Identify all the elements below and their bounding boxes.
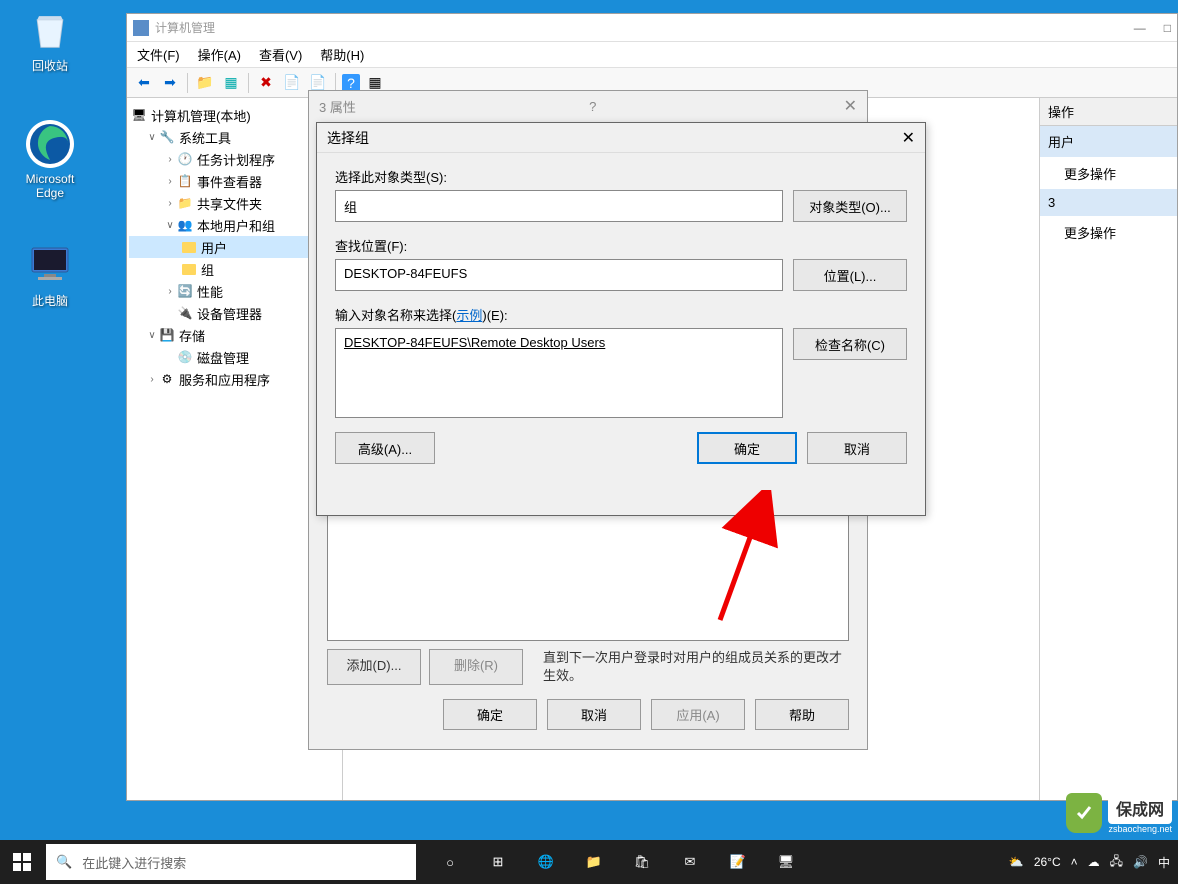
example-link[interactable]: 示例 <box>456 308 482 323</box>
desktop-icon-edge[interactable]: Microsoft Edge <box>10 120 90 200</box>
watermark-text: 保成网 <box>1108 792 1172 824</box>
close-icon[interactable]: ✕ <box>844 96 857 116</box>
watermark: 保成网 zsbaocheng.net <box>1066 792 1172 834</box>
notepad-taskbar-icon[interactable]: 📝 <box>714 840 762 884</box>
app-icon <box>133 20 149 36</box>
add-button[interactable]: 添加(D)... <box>327 649 421 685</box>
minimize-button[interactable]: — <box>1134 21 1146 35</box>
menu-view[interactable]: 查看(V) <box>259 45 302 64</box>
window-title: 计算机管理 <box>155 19 215 36</box>
cancel-button[interactable]: 取消 <box>547 699 641 730</box>
taskbar: 🔍 在此键入进行搜索 ○ ⊞ 🌐 📁 🛍 ✉ 📝 🖥 ⛅ 26°C ˄ ☁ 🖧 … <box>0 840 1178 884</box>
hint-text: 直到下一次用户登录时对用户的组成员关系的更改才生效。 <box>543 649 849 685</box>
tray-chevron-icon[interactable]: ˄ <box>1071 855 1078 869</box>
actions-more2[interactable]: 更多操作 <box>1040 217 1177 248</box>
task-view-icon[interactable]: ⊞ <box>474 840 522 884</box>
close-icon[interactable]: ✕ <box>902 128 915 148</box>
actions-more1[interactable]: 更多操作 <box>1040 158 1177 189</box>
object-types-button[interactable]: 对象类型(O)... <box>793 190 907 222</box>
weather-temp: 26°C <box>1034 855 1061 869</box>
help-button[interactable]: 帮助 <box>755 699 849 730</box>
help-button[interactable]: ? <box>342 74 360 92</box>
props-button[interactable]: ▦ <box>220 72 242 94</box>
recycle-bin-icon <box>26 5 74 53</box>
label: 此电脑 <box>10 292 90 309</box>
menu-action[interactable]: 操作(A) <box>198 45 241 64</box>
location-input[interactable]: DESKTOP-84FEUFS <box>335 259 783 291</box>
titlebar: 计算机管理 — □ <box>127 14 1177 42</box>
mail-taskbar-icon[interactable]: ✉ <box>666 840 714 884</box>
names-input[interactable]: DESKTOP-84FEUFS\Remote Desktop Users <box>335 328 783 418</box>
apply-button[interactable]: 应用(A) <box>651 699 745 730</box>
start-button[interactable] <box>0 840 44 884</box>
onedrive-icon[interactable]: ☁ <box>1088 855 1100 869</box>
desktop-icon-this-pc[interactable]: 此电脑 <box>10 240 90 309</box>
locations-button[interactable]: 位置(L)... <box>793 259 907 291</box>
back-button[interactable]: ⬅ <box>133 72 155 94</box>
up-button[interactable]: 📁 <box>194 72 216 94</box>
network-icon[interactable]: 🖧 <box>1110 852 1123 873</box>
object-type-input[interactable]: 组 <box>335 190 783 222</box>
store-taskbar-icon[interactable]: 🛍 <box>618 840 666 884</box>
actions-users[interactable]: 用户 <box>1040 126 1177 158</box>
refresh-button[interactable]: 📄 <box>281 72 303 94</box>
select-groups-dialog: 选择组 ✕ 选择此对象类型(S): 组 对象类型(O)... 查找位置(F): … <box>316 122 926 516</box>
menu-file[interactable]: 文件(F) <box>137 45 180 64</box>
props-title: 3 属性 <box>319 97 356 116</box>
watermark-url: zsbaocheng.net <box>1108 824 1172 834</box>
weather-icon[interactable]: ⛅ <box>1009 855 1024 869</box>
advanced-button[interactable]: 高级(A)... <box>335 432 435 464</box>
menu-help[interactable]: 帮助(H) <box>320 45 364 64</box>
forward-button[interactable]: ➡ <box>159 72 181 94</box>
cancel-button[interactable]: 取消 <box>807 432 907 464</box>
cortana-icon[interactable]: ○ <box>426 840 474 884</box>
actions-panel: 操作 用户 更多操作 3 更多操作 <box>1039 98 1177 800</box>
label: 回收站 <box>10 57 90 74</box>
edge-icon <box>26 120 74 168</box>
object-type-label: 选择此对象类型(S): <box>335 167 907 186</box>
ok-button[interactable]: 确定 <box>697 432 797 464</box>
search-icon: 🔍 <box>56 854 72 870</box>
menubar: 文件(F) 操作(A) 查看(V) 帮助(H) <box>127 42 1177 68</box>
shield-icon <box>1066 793 1102 833</box>
volume-icon[interactable]: 🔊 <box>1133 855 1148 869</box>
location-label: 查找位置(F): <box>335 236 907 255</box>
dialog-title: 选择组 <box>327 128 369 148</box>
actions-3[interactable]: 3 <box>1040 189 1177 217</box>
help-icon[interactable]: ? <box>589 99 596 114</box>
desktop-icon-recycle-bin[interactable]: 回收站 <box>10 5 90 74</box>
computer-icon <box>26 240 74 288</box>
explorer-taskbar-icon[interactable]: 📁 <box>570 840 618 884</box>
actions-header: 操作 <box>1040 98 1177 126</box>
names-label: 输入对象名称来选择(示例)(E): <box>335 305 907 324</box>
ime-icon[interactable]: 中 <box>1158 854 1170 871</box>
search-placeholder: 在此键入进行搜索 <box>82 853 186 872</box>
label: Microsoft Edge <box>10 172 90 200</box>
check-names-button[interactable]: 检查名称(C) <box>793 328 907 360</box>
delete-button[interactable]: 删除(R) <box>429 649 523 685</box>
app-taskbar-icon[interactable]: 🖥 <box>762 840 810 884</box>
ok-button[interactable]: 确定 <box>443 699 537 730</box>
delete-button[interactable]: ✖ <box>255 72 277 94</box>
maximize-button[interactable]: □ <box>1164 21 1171 35</box>
edge-taskbar-icon[interactable]: 🌐 <box>522 840 570 884</box>
search-input[interactable]: 🔍 在此键入进行搜索 <box>46 844 416 880</box>
